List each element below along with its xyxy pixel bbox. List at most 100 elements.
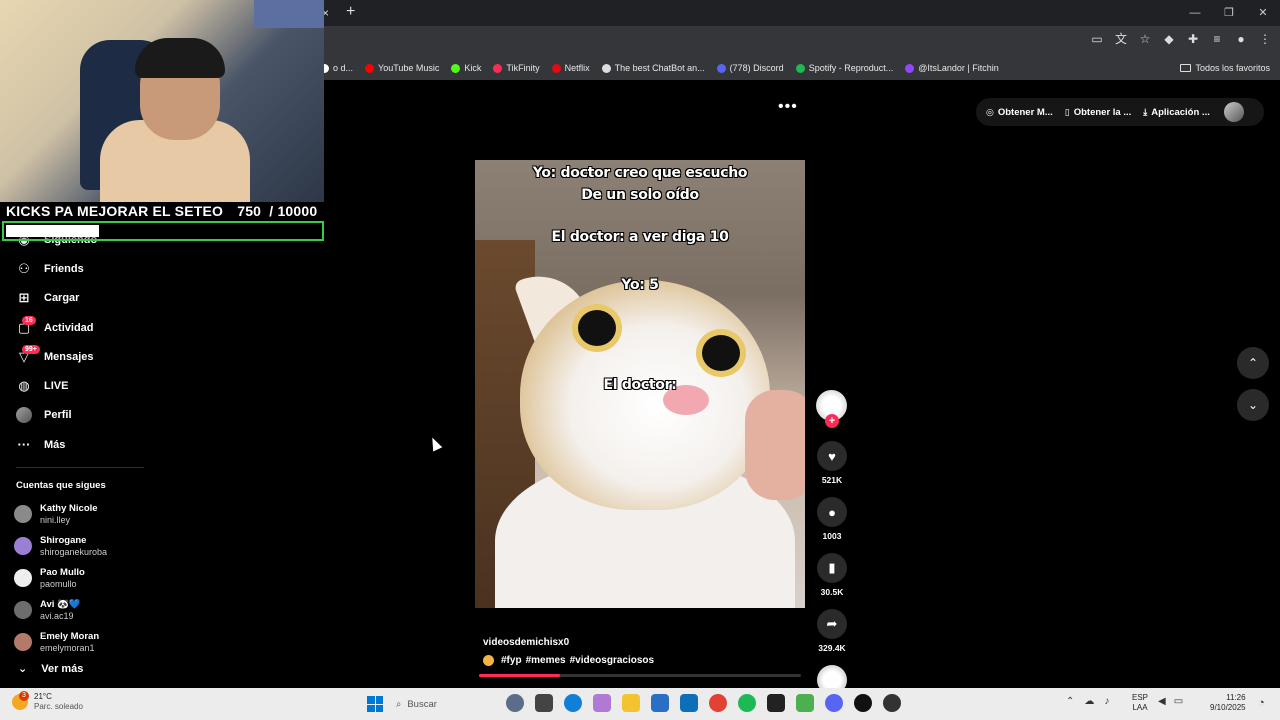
follow-plus-icon[interactable]: + — [825, 414, 839, 428]
sidebar-item-friends[interactable]: ⚇ Friends — [16, 254, 186, 283]
windows-start-icon[interactable] — [367, 696, 383, 712]
creator-avatar[interactable]: + — [816, 390, 847, 428]
weather-widget[interactable]: 3 21°C Parc. soleado — [12, 691, 83, 712]
obs-app-icon[interactable] — [767, 694, 785, 712]
extensions-puzzle-icon[interactable]: ✚ — [1186, 32, 1200, 46]
avatar — [14, 505, 32, 523]
media-controls-icon[interactable]: ≡ — [1210, 32, 1224, 46]
minecraft-app-icon[interactable] — [796, 694, 814, 712]
see-more-button[interactable]: ⌄ Ver más — [18, 662, 83, 676]
bookmark-item[interactable]: The best ChatBot an... — [601, 63, 705, 73]
video-progress-bar[interactable] — [479, 674, 801, 677]
bookmark-item[interactable]: TikFinity — [493, 63, 540, 73]
get-app-button[interactable]: ▯ Obtener la ... — [1065, 107, 1132, 118]
following-item[interactable]: Kathy Nicole nini.lley — [14, 498, 184, 530]
sidebar-item-cargar[interactable]: ⊞ Cargar — [16, 284, 186, 313]
app-icon[interactable] — [883, 694, 901, 712]
translate-icon[interactable]: 文 — [1114, 32, 1128, 46]
system-tray-status: ◀ ▭ — [1158, 696, 1183, 707]
tiktok-app-icon[interactable] — [854, 694, 872, 712]
notification-bell-icon[interactable]: ◔ — [1258, 697, 1265, 709]
webcam-shelf-poster — [254, 0, 324, 28]
sidebar-item-perfil[interactable]: Perfil — [16, 401, 186, 430]
video-actions: + ♥ 521K ● 1003 ▮ 30.5K ➦ 329.4K — [816, 390, 848, 695]
bookmark-item[interactable]: @ItsLandor | Fitchin — [905, 63, 999, 73]
desktop-app-button[interactable]: ⤓ Aplicación ... — [1143, 107, 1210, 118]
chrome-app-icon[interactable] — [709, 694, 727, 712]
save-count: 30.5K — [820, 587, 844, 597]
new-tab-button[interactable]: + — [346, 3, 355, 21]
bookmark-item[interactable]: Spotify - Reproduct... — [795, 63, 893, 73]
bookmark-favicon-icon — [551, 63, 561, 73]
bookmark-item[interactable]: Kick — [451, 63, 481, 73]
browser-menu-icon[interactable]: ⋮ — [1258, 32, 1272, 46]
following-item[interactable]: Emely Moran emelymoran1 — [14, 626, 184, 658]
clock-date: 9/10/2025 — [1210, 703, 1246, 712]
language-code: ESP — [1132, 693, 1149, 702]
sidebar-item-ms[interactable]: ··· Más — [16, 430, 186, 459]
sidebar-item-mensajes[interactable]: ▽ 99+ Mensajes — [16, 342, 186, 371]
hashtag-link[interactable]: #fyp — [501, 655, 522, 666]
close-window-button[interactable]: ✕ — [1246, 0, 1280, 26]
more-icon: ··· — [17, 437, 31, 453]
sidebar-item-label: Actividad — [44, 321, 94, 334]
taskbar-apps — [506, 694, 901, 712]
taskbar-search[interactable]: ⌕ Buscar — [396, 694, 506, 714]
profile-avatar-icon[interactable]: ● — [1234, 32, 1248, 46]
upload-icon: ⊞ — [18, 290, 30, 306]
hashtag-link[interactable]: #videosgraciosos — [570, 655, 654, 666]
bookmark-star-icon[interactable]: ☆ — [1138, 32, 1152, 46]
extension-diamond-icon[interactable]: ◆ — [1162, 32, 1176, 46]
messages-icon: ▽ 99+ — [16, 344, 40, 365]
restore-button[interactable]: ❐ — [1212, 0, 1246, 26]
more-options-button[interactable]: ••• — [778, 98, 798, 116]
bookmark-item[interactable]: (778) Discord — [716, 63, 784, 73]
sidebar-item-live[interactable]: ◍ LIVE — [16, 371, 186, 400]
edge-app-icon[interactable] — [564, 694, 582, 712]
bookmark-item[interactable]: o d... — [320, 63, 353, 73]
copilot-app-icon[interactable] — [506, 694, 524, 712]
following-item[interactable]: Shirogane shiroganekuroba — [14, 530, 184, 562]
desktop-app-label: Aplicación ... — [1151, 106, 1210, 118]
discord-app-icon[interactable] — [825, 694, 843, 712]
video-player[interactable]: Yo: doctor creo que escucho De un solo o… — [475, 160, 805, 608]
sidebar-item-label: Cargar — [44, 292, 80, 305]
following-item[interactable]: Pao Mullo paomullo — [14, 562, 184, 594]
bookmark-item[interactable]: Netflix — [551, 63, 590, 73]
bookmark-icon[interactable]: ▮ — [817, 553, 847, 583]
copilot-colors-icon[interactable] — [593, 694, 611, 712]
spotify-app-icon[interactable] — [738, 694, 756, 712]
microphone-icon[interactable]: ♪ — [1104, 696, 1109, 707]
chevron-up-icon[interactable]: ⌃ — [1066, 696, 1074, 707]
video-caption-line: De un solo oído — [581, 187, 699, 203]
store-app-icon[interactable] — [651, 694, 669, 712]
taskbar-clock[interactable]: 11:26 9/10/2025 — [1210, 693, 1246, 713]
coin-icon: ◎ — [986, 106, 994, 117]
heart-icon[interactable]: ♥ — [817, 441, 847, 471]
file-explorer-icon[interactable] — [622, 694, 640, 712]
share-icon[interactable]: ➦ — [817, 609, 847, 639]
video-author[interactable]: videosdemichisx0 — [483, 637, 569, 648]
outlook-app-icon[interactable] — [680, 694, 698, 712]
cloud-icon[interactable]: ☁ — [1084, 696, 1094, 707]
video-progress-fill — [479, 674, 560, 677]
cast-icon[interactable]: ▭ — [1090, 32, 1104, 46]
chevron-up-icon[interactable]: ⌃ — [1237, 347, 1269, 379]
language-indicator[interactable]: ESP LAA — [1132, 693, 1148, 713]
chevron-down-icon[interactable]: ⌄ — [1237, 389, 1269, 421]
all-bookmarks-button[interactable]: Todos los favoritos — [1180, 56, 1270, 80]
bookmark-item[interactable]: YouTube Music — [365, 63, 439, 73]
hashtag-link[interactable]: #memes — [526, 655, 566, 666]
minimize-button[interactable]: — — [1178, 0, 1212, 26]
following-item[interactable]: Avi 🐼💙 avi.ac19 — [14, 594, 184, 626]
user-avatar[interactable] — [1223, 102, 1244, 122]
address-bar-icons: ▭ 文 ☆ ◆ ✚ ≡ ● ⋮ — [1090, 32, 1272, 46]
mouse-cursor-icon — [427, 435, 443, 452]
following-name: Shirogane — [40, 534, 87, 546]
volume-icon[interactable]: ◀ — [1158, 696, 1166, 707]
comment-icon[interactable]: ● — [817, 497, 847, 527]
sidebar-item-actividad[interactable]: ▢ 16 Actividad — [16, 313, 186, 342]
get-coins-button[interactable]: ◎ Obtener M... — [986, 107, 1053, 118]
task-view-icon[interactable] — [535, 694, 553, 712]
battery-icon[interactable]: ▭ — [1174, 696, 1183, 707]
